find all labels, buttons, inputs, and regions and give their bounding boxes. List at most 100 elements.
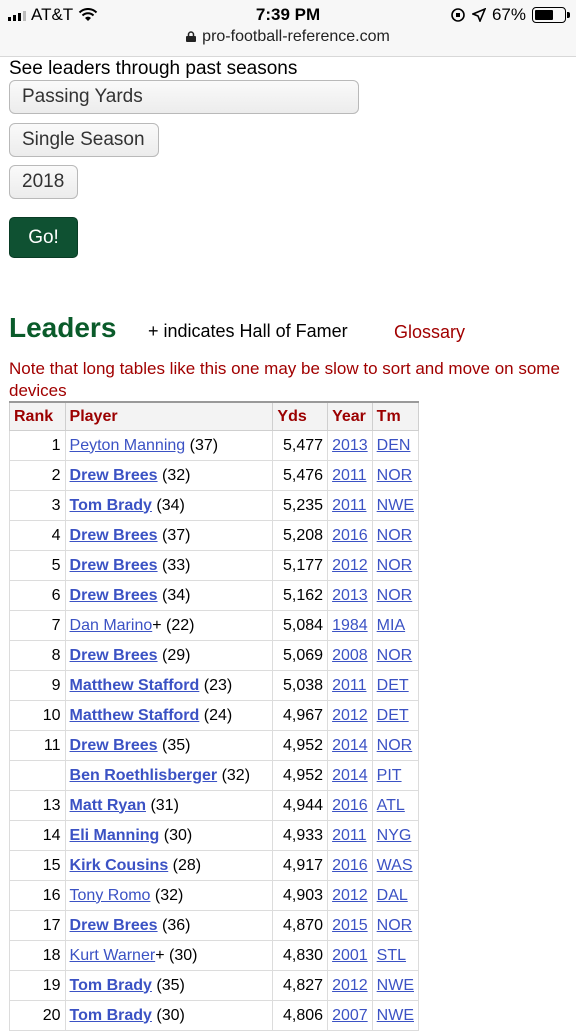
year-link[interactable]: 2001 bbox=[332, 947, 368, 964]
team-link[interactable]: NOR bbox=[377, 467, 413, 484]
year-link[interactable]: 2012 bbox=[332, 707, 368, 724]
rank-cell: 16 bbox=[9, 880, 66, 911]
table-row: 15 Kirk Cousins (28) 4,917 2016 WAS bbox=[9, 850, 420, 881]
year-link[interactable]: 2012 bbox=[332, 887, 368, 904]
year-link[interactable]: 2008 bbox=[332, 647, 368, 664]
battery-icon bbox=[532, 7, 570, 23]
year-link[interactable]: 2012 bbox=[332, 977, 368, 994]
year-link[interactable]: 2016 bbox=[332, 527, 368, 544]
team-link[interactable]: NWE bbox=[377, 497, 414, 514]
player-link[interactable]: Matt Ryan bbox=[70, 797, 146, 814]
team-link[interactable]: NOR bbox=[377, 527, 413, 544]
table-row: 5 Drew Brees (33) 5,177 2012 NOR bbox=[9, 550, 420, 581]
player-link[interactable]: Kirk Cousins bbox=[70, 857, 169, 874]
player-age: (22) bbox=[166, 616, 195, 634]
year-link[interactable]: 1984 bbox=[332, 617, 368, 634]
rank-cell: 11 bbox=[9, 730, 66, 761]
rank-cell: 10 bbox=[9, 700, 66, 731]
table-row: 1 Peyton Manning (37) 5,477 2013 DEN bbox=[9, 430, 420, 461]
team-link[interactable]: NWE bbox=[377, 977, 414, 994]
year-link[interactable]: 2013 bbox=[332, 437, 368, 454]
rank-cell: 3 bbox=[9, 490, 66, 521]
team-link[interactable]: NOR bbox=[377, 587, 413, 604]
span-select[interactable]: Single Season bbox=[9, 123, 159, 157]
year-link[interactable]: 2007 bbox=[332, 1007, 368, 1024]
team-link[interactable]: NOR bbox=[377, 737, 413, 754]
team-link[interactable]: NOR bbox=[377, 647, 413, 664]
player-link[interactable]: Tom Brady bbox=[70, 977, 152, 994]
player-link[interactable]: Peyton Manning bbox=[70, 437, 186, 454]
year-cell: 2011 bbox=[327, 460, 373, 491]
year-link[interactable]: 2012 bbox=[332, 557, 368, 574]
team-cell: ATL bbox=[371, 790, 420, 821]
team-link[interactable]: DET bbox=[377, 707, 409, 724]
team-link[interactable]: MIA bbox=[377, 617, 405, 634]
player-cell: Kurt Warner+ (30) bbox=[64, 940, 274, 971]
url-bar[interactable]: pro-football-reference.com bbox=[0, 28, 576, 46]
stat-select[interactable]: Passing Yards bbox=[9, 80, 359, 114]
team-cell: PIT bbox=[371, 760, 420, 791]
player-cell: Tom Brady (30) bbox=[64, 1000, 274, 1031]
header-player[interactable]: Player bbox=[64, 401, 274, 431]
player-link[interactable]: Drew Brees bbox=[70, 527, 158, 544]
player-cell: Dan Marino+ (22) bbox=[64, 610, 274, 641]
year-link[interactable]: 2013 bbox=[332, 587, 368, 604]
player-link[interactable]: Matthew Stafford bbox=[70, 677, 200, 694]
team-link[interactable]: DET bbox=[377, 677, 409, 694]
table-row: 4 Drew Brees (37) 5,208 2016 NOR bbox=[9, 520, 420, 551]
player-link[interactable]: Dan Marino bbox=[70, 617, 153, 634]
team-link[interactable]: ATL bbox=[377, 797, 405, 814]
go-button[interactable]: Go! bbox=[9, 217, 78, 258]
year-cell: 2014 bbox=[327, 760, 373, 791]
year-link[interactable]: 2016 bbox=[332, 797, 368, 814]
rank-cell: 2 bbox=[9, 460, 66, 491]
team-link[interactable]: STL bbox=[377, 947, 406, 964]
year-link[interactable]: 2016 bbox=[332, 857, 368, 874]
year-link[interactable]: 2014 bbox=[332, 737, 368, 754]
year-link[interactable]: 2011 bbox=[332, 827, 366, 844]
yds-cell: 5,069 bbox=[272, 640, 329, 671]
team-link[interactable]: NOR bbox=[377, 557, 413, 574]
team-link[interactable]: PIT bbox=[377, 767, 402, 784]
player-link[interactable]: Tom Brady bbox=[70, 497, 152, 514]
team-cell: MIA bbox=[371, 610, 420, 641]
player-link[interactable]: Drew Brees bbox=[70, 917, 158, 934]
yds-cell: 5,476 bbox=[272, 460, 329, 491]
year-link[interactable]: 2011 bbox=[332, 677, 366, 694]
header-team[interactable]: Tm bbox=[371, 401, 420, 431]
player-link[interactable]: Kurt Warner bbox=[70, 947, 156, 964]
team-cell: DAL bbox=[371, 880, 420, 911]
status-bar: AT&T 7:39 PM 67% pro-football-reference.… bbox=[0, 0, 576, 57]
year-link[interactable]: 2015 bbox=[332, 917, 368, 934]
player-link[interactable]: Drew Brees bbox=[70, 467, 158, 484]
team-link[interactable]: NYG bbox=[377, 827, 412, 844]
player-link[interactable]: Ben Roethlisberger bbox=[70, 767, 218, 784]
year-link[interactable]: 2011 bbox=[332, 497, 366, 514]
player-link[interactable]: Tom Brady bbox=[70, 1007, 152, 1024]
year-select[interactable]: 2018 bbox=[9, 165, 78, 199]
player-link[interactable]: Drew Brees bbox=[70, 737, 158, 754]
player-cell: Drew Brees (37) bbox=[64, 520, 274, 551]
year-cell: 2011 bbox=[327, 670, 373, 701]
player-link[interactable]: Drew Brees bbox=[70, 557, 158, 574]
team-link[interactable]: NOR bbox=[377, 917, 413, 934]
team-link[interactable]: WAS bbox=[377, 857, 413, 874]
header-year[interactable]: Year bbox=[327, 401, 373, 431]
player-link[interactable]: Drew Brees bbox=[70, 647, 158, 664]
player-link[interactable]: Drew Brees bbox=[70, 587, 158, 604]
year-link[interactable]: 2014 bbox=[332, 767, 368, 784]
team-link[interactable]: DAL bbox=[377, 887, 408, 904]
player-cell: Drew Brees (36) bbox=[64, 910, 274, 941]
player-link[interactable]: Eli Manning bbox=[70, 827, 160, 844]
player-link[interactable]: Matthew Stafford bbox=[70, 707, 200, 724]
rank-cell: 17 bbox=[9, 910, 66, 941]
player-link[interactable]: Tony Romo bbox=[70, 887, 151, 904]
header-rank[interactable]: Rank bbox=[9, 401, 66, 431]
team-link[interactable]: DEN bbox=[377, 437, 411, 454]
player-age: (32) bbox=[221, 766, 251, 784]
year-link[interactable]: 2011 bbox=[332, 467, 366, 484]
player-cell: Peyton Manning (37) bbox=[64, 430, 274, 461]
team-link[interactable]: NWE bbox=[377, 1007, 414, 1024]
header-yds[interactable]: Yds bbox=[272, 401, 329, 431]
glossary-link[interactable]: Glossary bbox=[394, 322, 465, 343]
